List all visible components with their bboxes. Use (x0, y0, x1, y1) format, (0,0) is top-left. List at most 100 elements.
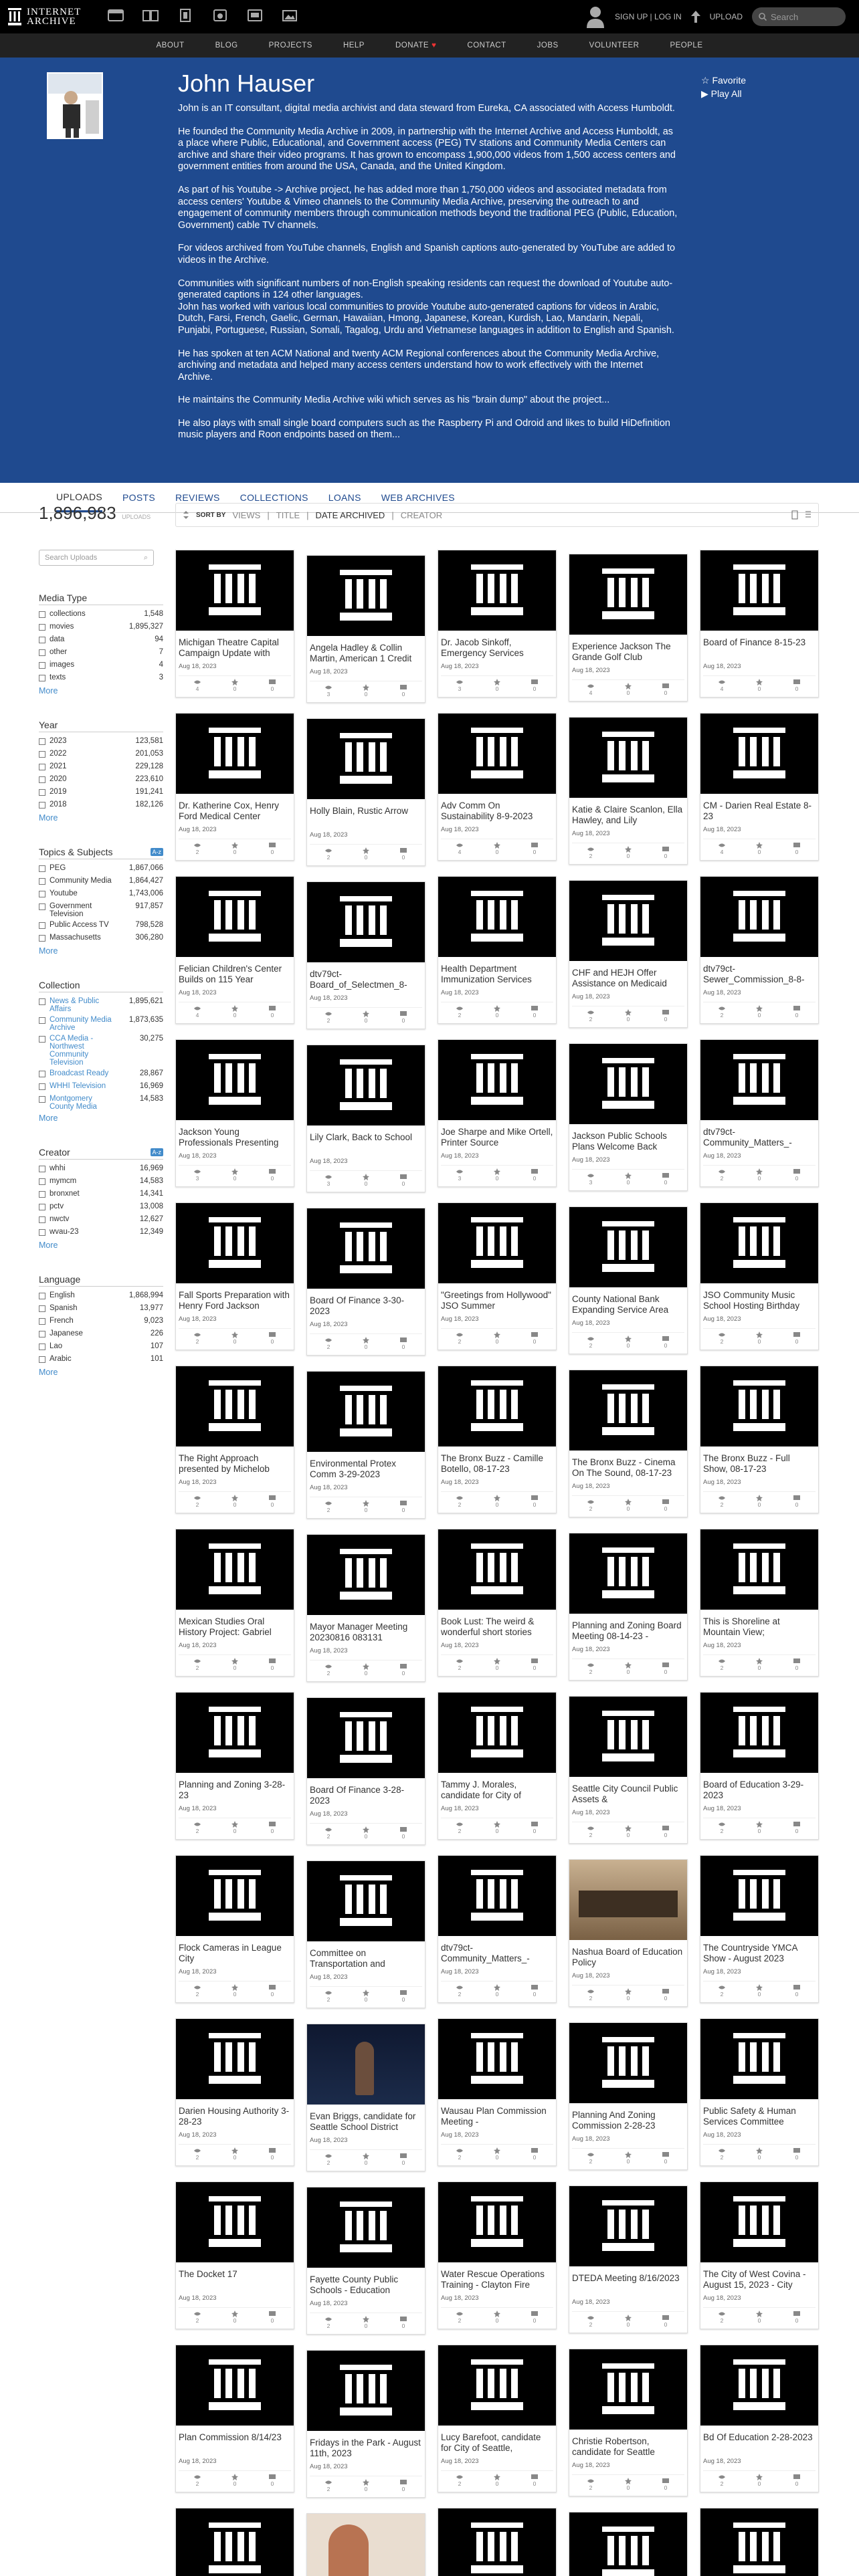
item-tile[interactable]: dtv79ct-Community_Matters_- Aug 18, 2023 2… (438, 1855, 557, 2003)
item-thumbnail[interactable] (176, 550, 294, 631)
texts-icon[interactable] (142, 8, 159, 23)
facet-label[interactable]: Massachusetts (50, 934, 116, 942)
item-tile[interactable]: Apply for Civic (306, 2513, 425, 2576)
search-input[interactable]: Search (752, 7, 846, 26)
item-thumbnail[interactable] (569, 1860, 687, 1940)
item-tile[interactable]: Experience Jackson The Grande Golf Club A… (569, 554, 688, 702)
list-view-icon[interactable] (805, 510, 812, 520)
item-thumbnail[interactable] (700, 2345, 818, 2426)
item-title[interactable]: Planning and Zoning Board Meeting 08-14-… (569, 1614, 687, 1646)
sort-views[interactable]: VIEWS (232, 510, 260, 520)
item-title[interactable]: The Docket 17 (176, 2262, 294, 2294)
facet-checkbox[interactable] (39, 1071, 45, 1077)
facet-checkbox[interactable] (39, 675, 45, 681)
video-icon[interactable] (177, 8, 194, 23)
item-title[interactable]: This is Shoreline at Mountain View; (700, 1610, 818, 1642)
search-uploads-input[interactable]: Search Uploads ⌕ (39, 550, 154, 566)
item-tile[interactable]: Felician Children's Center Builds on 115… (175, 876, 294, 1024)
item-title[interactable]: Seattle City Council Public Assets & (569, 1777, 687, 1809)
item-tile[interactable]: Plan Commission 8/14/23 Aug 18, 2023 2 0 0 (175, 2345, 294, 2492)
nav-blog[interactable]: BLOG (215, 41, 238, 49)
item-thumbnail[interactable] (307, 719, 425, 799)
item-title[interactable]: Environmental Protex Comm 3-29-2023 (307, 1452, 425, 1484)
facet-checkbox[interactable] (39, 764, 45, 770)
item-title[interactable]: Christie Robertson, candidate for Seattl… (569, 2430, 687, 2462)
item-tile[interactable]: CM - Darien Real Estate 8-23 Aug 18, 2023… (700, 713, 819, 861)
tile-view-icon[interactable] (791, 510, 798, 520)
item-title[interactable]: dtv79ct-Sewer_Commission_8-8- (700, 957, 818, 989)
item-tile[interactable]: Fridays in the Park - August 11th, 2023 A… (306, 2350, 425, 2498)
item-thumbnail[interactable] (700, 1529, 818, 1610)
nav-jobs[interactable]: JOBS (537, 41, 559, 49)
facet-checkbox[interactable] (39, 624, 45, 631)
facet-checkbox[interactable] (39, 1166, 45, 1172)
nav-volunteer[interactable]: VOLUNTEER (589, 41, 640, 49)
facet-label[interactable]: 2019 (50, 788, 116, 796)
facet-label[interactable]: 2022 (50, 750, 116, 758)
upload-link[interactable]: UPLOAD (710, 12, 743, 21)
facet-checkbox[interactable] (39, 998, 45, 1005)
audio-icon[interactable] (211, 8, 229, 23)
item-thumbnail[interactable] (176, 1203, 294, 1283)
item-title[interactable]: Board of Finance 8-15-23 (700, 631, 818, 663)
item-thumbnail[interactable] (700, 550, 818, 631)
facet-label[interactable]: Public Access TV (50, 921, 116, 929)
item-title[interactable]: Experience Jackson The Grande Golf Club (569, 635, 687, 667)
item-thumbnail[interactable] (438, 550, 556, 631)
item-tile[interactable]: Flock Cameras in League City Aug 18, 2023… (175, 1855, 294, 2003)
item-thumbnail[interactable] (176, 2345, 294, 2426)
item-thumbnail[interactable] (176, 1529, 294, 1610)
item-thumbnail[interactable] (307, 1045, 425, 1125)
facet-checkbox[interactable] (39, 751, 45, 758)
facet-checkbox[interactable] (39, 1178, 45, 1185)
item-tile[interactable]: The Right Approach presented by Michelob… (175, 1366, 294, 1513)
facet-checkbox[interactable] (39, 776, 45, 783)
item-thumbnail[interactable] (307, 2514, 425, 2576)
item-tile[interactable]: The Docket 17 Aug 18, 2023 2 0 0 (175, 2181, 294, 2329)
facet-checkbox[interactable] (39, 789, 45, 796)
item-title[interactable]: Bd Of Education 2-28-2023 (700, 2426, 818, 2458)
facet-more-link[interactable]: More (39, 1113, 163, 1123)
facet-checkbox[interactable] (39, 1216, 45, 1223)
item-thumbnail[interactable] (569, 1370, 687, 1451)
item-thumbnail[interactable] (700, 2019, 818, 2099)
facet-more-link[interactable]: More (39, 1368, 163, 1377)
item-tile[interactable]: Water Rescue Operations Training - Clayt… (438, 2181, 557, 2329)
item-thumbnail[interactable] (176, 2019, 294, 2099)
item-tile[interactable]: Jackson Public Schools Plans Welcome Bac… (569, 1043, 688, 1191)
item-tile[interactable]: Angela Hadley & Collin Martin, American … (306, 555, 425, 703)
facet-label[interactable]: mymcm (50, 1177, 116, 1185)
facet-checkbox[interactable] (39, 865, 45, 872)
item-tile[interactable]: Book Lust: The weird & wonderful short s… (438, 1529, 557, 1677)
item-tile[interactable]: Fall Sports Preparation with Henry Ford … (175, 1202, 294, 1350)
item-thumbnail[interactable] (569, 554, 687, 635)
item-title[interactable]: The Bronx Buzz - Full Show, 08-17-23 (700, 1446, 818, 1479)
facet-label[interactable]: pctv (50, 1202, 116, 1210)
item-title[interactable]: Board Of Finance 3-30-2023 (307, 1289, 425, 1321)
facet-checkbox[interactable] (39, 1318, 45, 1325)
item-thumbnail[interactable] (438, 1203, 556, 1283)
upload-icon[interactable] (690, 11, 700, 23)
facet-checkbox[interactable] (39, 1083, 45, 1090)
item-tile[interactable]: "Greetings from Hollywood" JSO Summer Aug… (438, 1202, 557, 1350)
item-tile[interactable]: Katie & Claire Scanlon, Ella Hawley, and… (569, 717, 688, 865)
item-thumbnail[interactable] (569, 718, 687, 798)
facet-label[interactable]: French (50, 1317, 116, 1325)
nav-donate[interactable]: DONATE ♥ (395, 41, 436, 49)
item-title[interactable]: Board of Education 3-29-2023 (700, 1773, 818, 1805)
item-thumbnail[interactable] (438, 1366, 556, 1446)
facet-label[interactable]: other (50, 648, 116, 656)
facet-checkbox[interactable] (39, 649, 45, 656)
sort-date-archived[interactable]: DATE ARCHIVED (316, 510, 385, 520)
item-title[interactable]: Dr. Katherine Cox, Henry Ford Medical Ce… (176, 794, 294, 826)
facet-label[interactable]: Broadcast Ready (50, 1069, 116, 1077)
facet-label[interactable]: Government Television (50, 902, 116, 918)
item-thumbnail[interactable] (307, 1698, 425, 1778)
item-thumbnail[interactable] (438, 2508, 556, 2576)
item-tile[interactable]: dtv79ct-Board_of_Selectmen_8- Aug 18, 202… (306, 881, 425, 1029)
item-tile[interactable]: Michigan Theatre Capital Campaign Update… (175, 550, 294, 697)
item-tile[interactable]: Evan Briggs, candidate for Seattle Schoo… (306, 2024, 425, 2171)
item-tile[interactable]: Lucy Barefoot, candidate for City of Sea… (438, 2345, 557, 2492)
item-title[interactable]: Lily Clark, Back to School (307, 1125, 425, 1158)
item-title[interactable]: Angela Hadley & Collin Martin, American … (307, 636, 425, 668)
